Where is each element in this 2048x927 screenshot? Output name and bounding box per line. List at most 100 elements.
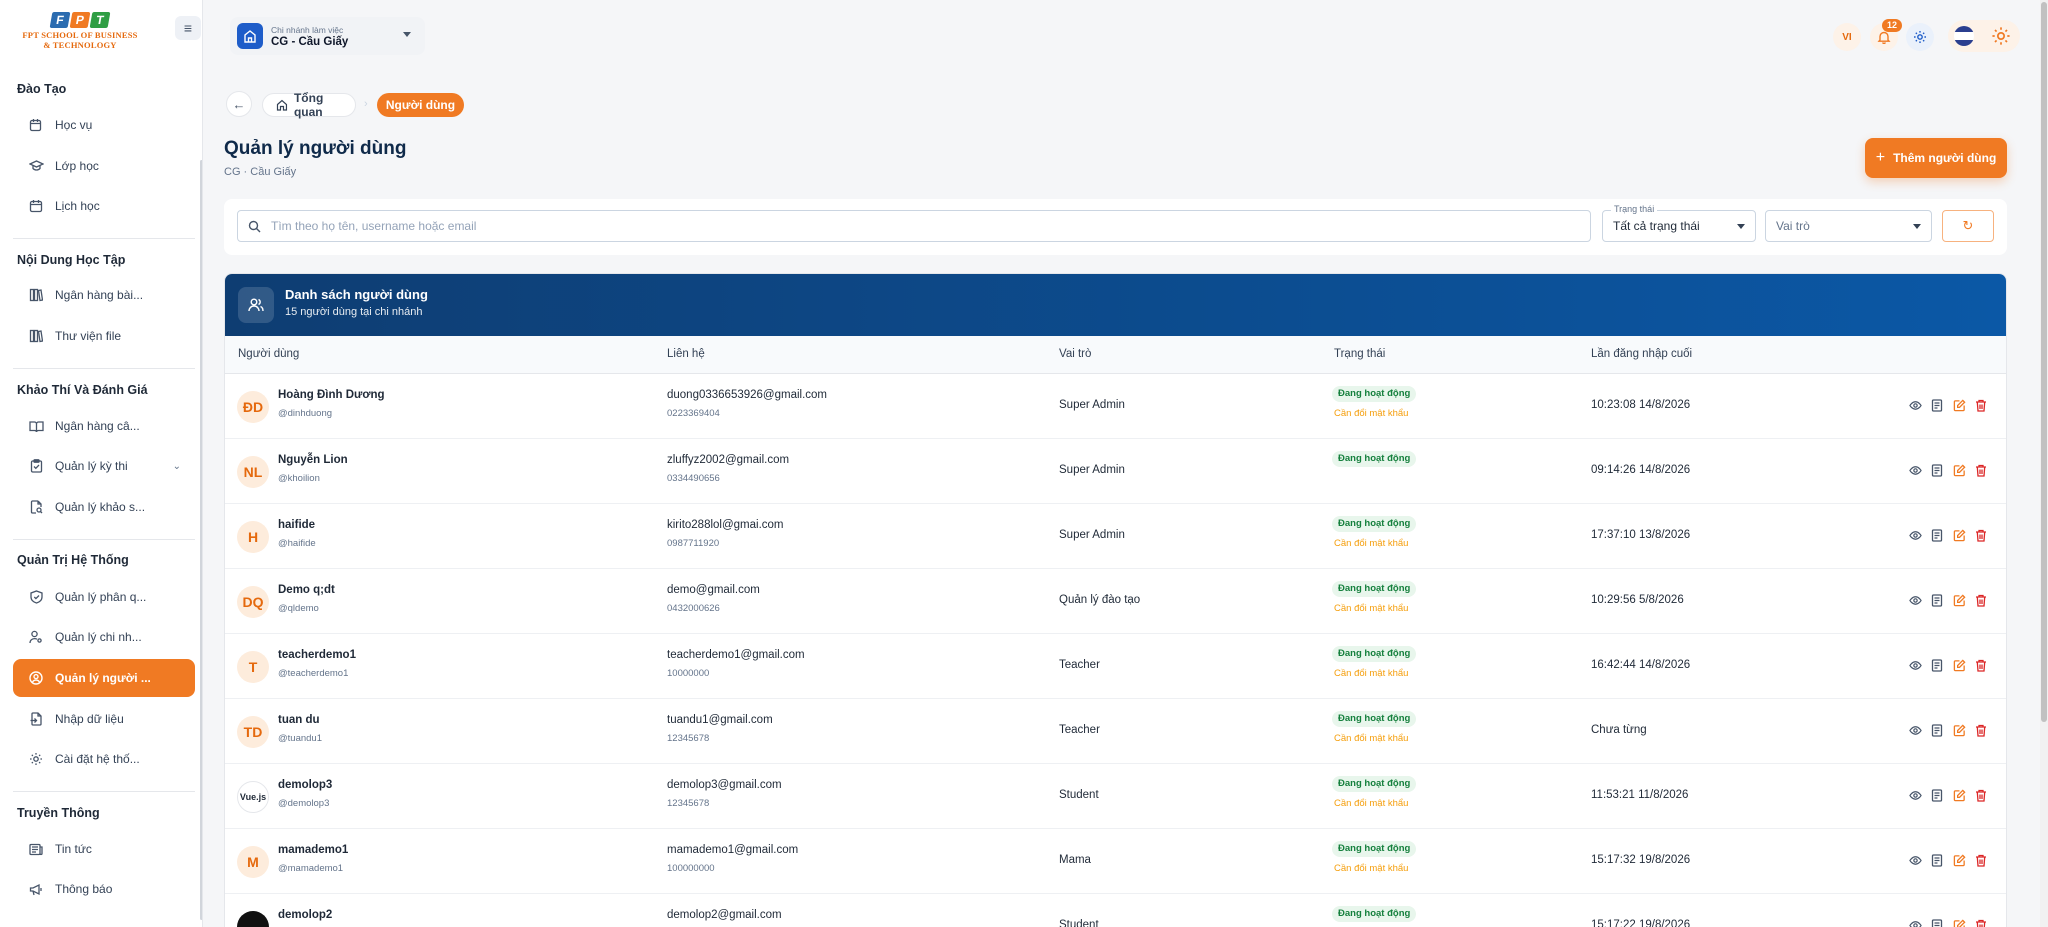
sidebar-item-lop-hoc[interactable]: Lớp học [13, 147, 195, 185]
history-icon[interactable] [1930, 723, 1944, 737]
history-icon[interactable] [1930, 398, 1944, 412]
edit-icon[interactable] [1952, 593, 1966, 607]
add-user-button[interactable]: + Thêm người dùng [1865, 138, 2007, 178]
sidebar-item-label: Thư viện file [55, 329, 122, 343]
edit-icon[interactable] [1952, 723, 1966, 737]
sidebar-item-ngan-hang-bai[interactable]: Ngân hàng bài... [13, 276, 195, 314]
menu-toggle-button[interactable]: ≡ [175, 16, 201, 40]
view-icon[interactable] [1908, 853, 1922, 867]
delete-icon[interactable] [1974, 853, 1988, 867]
sidebar-item-tin-tuc[interactable]: Tin tức [13, 830, 195, 868]
sidebar-item-quan-ly-ky-thi[interactable]: Quản lý kỳ thi ⌄ [13, 447, 195, 485]
sidebar-item-cai-dat[interactable]: Cài đặt hệ thố... [13, 740, 195, 778]
delete-icon[interactable] [1974, 528, 1988, 542]
sidebar-item-quan-ly-khao-sat[interactable]: Quản lý khảo s... [13, 488, 195, 526]
status-select[interactable]: Trạng thái Tất cả trạng thái [1602, 204, 1756, 242]
view-icon[interactable] [1908, 528, 1922, 542]
column-header-user[interactable]: Người dùng [238, 348, 299, 360]
column-header-role[interactable]: Vai trò [1059, 348, 1091, 360]
sidebar-item-lich-hoc[interactable]: Lịch học [13, 187, 195, 225]
role-select-placeholder: Vai trò [1776, 219, 1810, 233]
password-warning: Cần đổi mật khẩu [1334, 668, 1409, 679]
column-header-status[interactable]: Trạng thái [1334, 348, 1385, 360]
user-email: zluffyz2002@gmail.com [667, 454, 790, 466]
delete-icon[interactable] [1974, 658, 1988, 672]
table-row[interactable]: demolop2 demolop2@gmail.com Student Đang ho… [225, 894, 2006, 927]
branch-selector[interactable]: Chi nhánh làm việc CG - Cầu Giấy [230, 17, 425, 55]
breadcrumb-home[interactable]: Tổng quan [262, 91, 356, 119]
edit-icon[interactable] [1952, 853, 1966, 867]
password-warning: Cần đổi mật khẩu [1334, 538, 1409, 549]
sidebar-divider [13, 238, 195, 239]
table-row[interactable]: Hhaifide @haifide kirito288lol@gmai.com 098… [225, 504, 2006, 569]
table-row[interactable]: Vue.js demolop3 @demolop3 demolop3@gmail.co… [225, 764, 2006, 829]
sidebar-item-phan-quyen[interactable]: Quản lý phân q... [13, 578, 195, 616]
last-login: 09:14:26 14/8/2026 [1591, 464, 1691, 476]
delete-icon[interactable] [1974, 398, 1988, 412]
view-icon[interactable] [1908, 723, 1922, 737]
view-icon[interactable] [1908, 918, 1922, 927]
sidebar-item-chi-nhanh[interactable]: Quản lý chi nh... [13, 618, 195, 656]
view-icon[interactable] [1908, 593, 1922, 607]
settings-button[interactable] [1906, 23, 1934, 51]
page-scrollbar[interactable] [2040, 0, 2048, 927]
history-icon[interactable] [1930, 788, 1944, 802]
table-row[interactable]: NL Nguyễn Lion @khoilion zluffyz2002@gmail.… [225, 439, 2006, 504]
history-icon[interactable] [1930, 593, 1944, 607]
history-icon[interactable] [1930, 463, 1944, 477]
history-icon[interactable] [1930, 918, 1944, 927]
column-header-contact[interactable]: Liên hệ [667, 348, 705, 360]
avatar: T [237, 651, 269, 683]
edit-icon[interactable] [1952, 788, 1966, 802]
plus-icon: + [1875, 149, 1886, 166]
user-email: tuandu1@gmail.com [667, 714, 773, 726]
delete-icon[interactable] [1974, 593, 1988, 607]
sidebar-scrollbar[interactable] [200, 160, 202, 920]
delete-icon[interactable] [1974, 463, 1988, 477]
profile-menu[interactable] [1948, 20, 2020, 52]
last-login: 10:29:56 5/8/2026 [1591, 594, 1684, 606]
sidebar-item-hoc-vu[interactable]: Học vụ [13, 106, 195, 144]
table-row[interactable]: Mmamademo1 @mamademo1 mamademo1@gmail.com 1… [225, 829, 2006, 894]
edit-icon[interactable] [1952, 463, 1966, 477]
edit-icon[interactable] [1952, 528, 1966, 542]
table-row[interactable]: DQ Demo q;dt @qldemo demo@gmail.com 04320006… [225, 569, 2006, 634]
last-login: Chưa từng [1591, 724, 1647, 736]
table-row[interactable]: ĐD Hoàng Đình Dương @dinhduong duong0336653… [225, 374, 2006, 439]
table-row[interactable]: TD tuan du @tuandu1 tuandu1@gmail.com 123456… [225, 699, 2006, 764]
user-handle: @mamademo1 [278, 863, 344, 874]
refresh-button[interactable]: ↻ [1942, 210, 1994, 242]
user-role: Teacher [1059, 724, 1100, 736]
view-icon[interactable] [1908, 398, 1922, 412]
user-circle-icon [28, 670, 44, 686]
history-icon[interactable] [1930, 528, 1944, 542]
edit-icon[interactable] [1952, 658, 1966, 672]
sidebar-item-thong-bao[interactable]: Thông báo [13, 870, 195, 908]
gear-icon[interactable] [1991, 26, 2011, 49]
edit-icon[interactable] [1952, 398, 1966, 412]
chevron-down-icon[interactable]: ⌄ [173, 461, 181, 472]
history-icon[interactable] [1930, 658, 1944, 672]
table-row[interactable]: Tteacherdemo1 @teacherdemo1 teacherdemo1@g… [225, 634, 2006, 699]
sidebar-item-thu-vien-file[interactable]: Thư viện file [13, 317, 195, 355]
history-icon[interactable] [1930, 853, 1944, 867]
role-select[interactable]: Vai trò [1765, 210, 1932, 242]
scrollbar-thumb[interactable] [2041, 2, 2047, 722]
column-header-last-login[interactable]: Lần đăng nhập cuối [1591, 348, 1692, 360]
sidebar-item-ngan-hang-cau[interactable]: Ngân hàng câ... [13, 407, 195, 445]
view-icon[interactable] [1908, 658, 1922, 672]
delete-icon[interactable] [1974, 723, 1988, 737]
fpt-logo[interactable]: FPT FPT SCHOOL OF BUSINESS & TECHNOLOGY [18, 12, 142, 60]
view-icon[interactable] [1908, 788, 1922, 802]
language-button[interactable]: VI [1833, 23, 1861, 51]
back-button[interactable]: ← [226, 91, 252, 117]
search-input[interactable]: Tìm theo họ tên, username hoặc email [237, 210, 1591, 242]
row-actions [1908, 398, 1988, 412]
sidebar-item-nhap-du-lieu[interactable]: Nhập dữ liệu [13, 700, 195, 738]
edit-icon[interactable] [1952, 918, 1966, 927]
delete-icon[interactable] [1974, 788, 1988, 802]
view-icon[interactable] [1908, 463, 1922, 477]
avatar: DQ [237, 586, 269, 618]
sidebar-item-nguoi-dung[interactable]: Quản lý người ... [13, 659, 195, 697]
delete-icon[interactable] [1974, 918, 1988, 927]
